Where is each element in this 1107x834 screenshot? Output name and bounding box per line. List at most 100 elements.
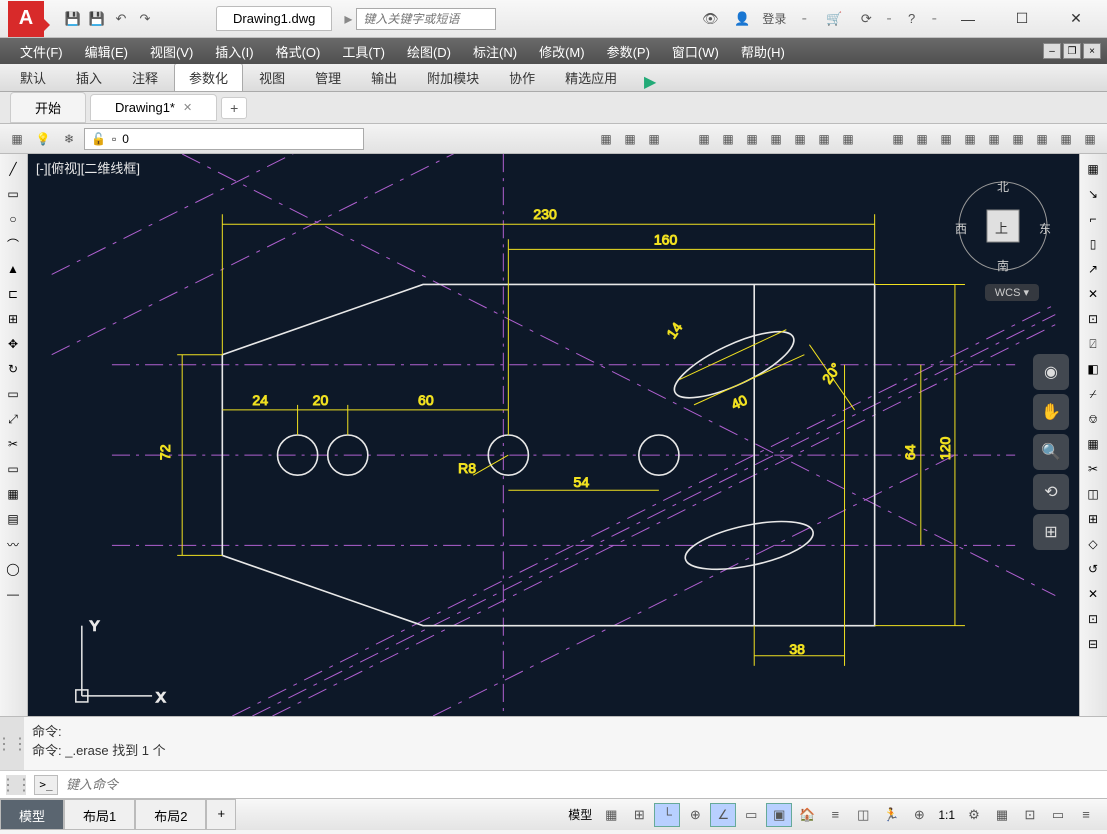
polar-icon[interactable]: ⊕ (682, 803, 708, 827)
trim-icon[interactable]: ▭ (2, 383, 24, 405)
blank-icon[interactable]: ▭ (2, 458, 24, 480)
mod-icon[interactable]: ⊡ (1082, 608, 1104, 630)
mod-icon[interactable]: ▦ (1082, 158, 1104, 180)
ellipse-icon[interactable]: ◯ (2, 558, 24, 580)
mod-icon[interactable]: ◇ (1082, 533, 1104, 555)
dynamic-icon[interactable]: ▣ (766, 803, 792, 827)
rotate-icon[interactable]: ↻ (2, 358, 24, 380)
explode-icon[interactable]: ▦ (2, 483, 24, 505)
maximize-button[interactable]: ☐ (999, 4, 1045, 34)
mod-icon[interactable]: ✕ (1082, 283, 1104, 305)
mod-icon[interactable]: ⌐ (1082, 208, 1104, 230)
ribbon-tab-output[interactable]: 输出 (357, 64, 411, 91)
menu-parametric[interactable]: 参数(P) (597, 39, 660, 64)
layer-dropdown[interactable]: 🔓 ▫ 0 (84, 128, 364, 150)
tool-group-icon[interactable]: ▦ (643, 128, 665, 150)
tool-icon[interactable]: ▦ (887, 128, 909, 150)
tab-close-icon[interactable]: ✕ (183, 101, 192, 114)
tool-icon[interactable]: ▦ (983, 128, 1005, 150)
mod-icon[interactable]: ◫ (1082, 483, 1104, 505)
mdi-minimize[interactable]: – (1043, 43, 1061, 59)
ortho-icon[interactable]: └ (654, 803, 680, 827)
cmd-handle-icon[interactable]: ⋮⋮ (6, 775, 26, 795)
tool-icon[interactable]: ▦ (789, 128, 811, 150)
tool-icon[interactable]: ▦ (765, 128, 787, 150)
circle-icon[interactable]: ○ (2, 208, 24, 230)
layer-state-icon[interactable]: 💡 (32, 128, 54, 150)
3dosnap-icon[interactable]: 🏠 (794, 803, 820, 827)
hardware-icon[interactable]: ⊡ (1017, 803, 1043, 827)
spline-icon[interactable]: 〰 (2, 533, 24, 555)
mod-icon[interactable]: ⊟ (1082, 633, 1104, 655)
command-input[interactable] (66, 777, 1101, 792)
viewport-label[interactable]: [-][俯视][二维线框] (36, 158, 140, 177)
grid-icon[interactable]: ▦ (598, 803, 624, 827)
help-icon[interactable]: ? (900, 8, 924, 30)
hatch-icon[interactable]: ▤ (2, 508, 24, 530)
cmd-handle-icon[interactable]: ⋮⋮ (0, 717, 24, 770)
ribbon-tab-insert[interactable]: 插入 (62, 64, 116, 91)
tool-icon[interactable]: ▦ (1079, 128, 1101, 150)
lineweight-icon[interactable]: ≡ (822, 803, 848, 827)
ribbon-tab-view[interactable]: 视图 (245, 64, 299, 91)
menu-edit[interactable]: 编辑(E) (75, 39, 138, 64)
menu-icon[interactable]: ≡ (1073, 803, 1099, 827)
otrack-icon[interactable]: ▭ (738, 803, 764, 827)
mdi-restore[interactable]: ❐ (1063, 43, 1081, 59)
search-input[interactable] (356, 8, 496, 30)
offset-icon[interactable]: ⊞ (2, 308, 24, 330)
zoom-icon[interactable]: 🔍 (1033, 434, 1069, 470)
minimize-button[interactable]: — (945, 4, 991, 34)
mod-icon[interactable]: ▯ (1082, 233, 1104, 255)
layout-tab-model[interactable]: 模型 (0, 799, 64, 830)
login-text[interactable]: 登录 (762, 10, 786, 27)
ribbon-tab-annotate[interactable]: 注释 (118, 64, 172, 91)
polyline-icon[interactable]: — (2, 583, 24, 605)
drawing-canvas[interactable]: [-][俯视][二维线框] (28, 154, 1079, 716)
tool-icon[interactable]: ▦ (959, 128, 981, 150)
gear-icon[interactable]: ⚙ (961, 803, 987, 827)
mod-icon[interactable]: ⎊ (1082, 408, 1104, 430)
save-as-icon[interactable]: 💾 (86, 8, 108, 30)
tool-icon[interactable]: ▦ (1007, 128, 1029, 150)
app-icon[interactable]: A (8, 1, 44, 37)
line-icon[interactable]: ╱ (2, 158, 24, 180)
mod-icon[interactable]: ⍁ (1082, 333, 1104, 355)
layout-tab-layout2[interactable]: 布局2 (135, 799, 206, 830)
wcs-label[interactable]: WCS ▾ (985, 284, 1039, 301)
mdi-close[interactable]: × (1083, 43, 1101, 59)
anno-icon[interactable]: ⊕ (906, 803, 932, 827)
tool-icon[interactable]: ▦ (1055, 128, 1077, 150)
ribbon-tab-parametric[interactable]: 参数化 (174, 63, 243, 91)
arc-icon[interactable]: ⌒ (2, 233, 24, 255)
mod-icon[interactable]: ⊞ (1082, 508, 1104, 530)
layer-freeze-icon[interactable]: ❄ (58, 128, 80, 150)
clean-icon[interactable]: ▭ (1045, 803, 1071, 827)
command-history[interactable]: ⋮⋮ 命令: 命令: _.erase 找到 1 个 (0, 716, 1107, 770)
tool-icon[interactable]: ▦ (813, 128, 835, 150)
viewcube[interactable]: 北 南 西 东 上 (955, 178, 1051, 274)
scale-icon[interactable]: ⤢ (2, 408, 24, 430)
tool-icon[interactable]: ▦ (1031, 128, 1053, 150)
layout-tab-add[interactable]: + (206, 799, 236, 830)
ribbon-tab-manage[interactable]: 管理 (301, 64, 355, 91)
menu-modify[interactable]: 修改(M) (529, 39, 595, 64)
undo-icon[interactable]: ↶ (110, 8, 132, 30)
transparency-icon[interactable]: ◫ (850, 803, 876, 827)
osnap-icon[interactable]: ∠ (710, 803, 736, 827)
redo-icon[interactable]: ↷ (134, 8, 156, 30)
scissors-icon[interactable]: ✂ (2, 433, 24, 455)
grid-nav-icon[interactable]: ⊞ (1033, 514, 1069, 550)
mod-icon[interactable]: ◧ (1082, 358, 1104, 380)
orbit-icon[interactable]: ⟲ (1033, 474, 1069, 510)
tab-add-button[interactable]: + (221, 97, 247, 119)
tool-group-icon[interactable]: ▦ (619, 128, 641, 150)
menu-tools[interactable]: 工具(T) (332, 39, 395, 64)
search-icon[interactable]: 👁 (698, 8, 722, 30)
mod-icon[interactable]: ✂ (1082, 458, 1104, 480)
tool-icon[interactable]: ▦ (693, 128, 715, 150)
menu-insert[interactable]: 插入(I) (205, 39, 263, 64)
pan-icon[interactable]: ✋ (1033, 394, 1069, 430)
tool-icon[interactable]: ▦ (741, 128, 763, 150)
menu-dimension[interactable]: 标注(N) (463, 39, 527, 64)
